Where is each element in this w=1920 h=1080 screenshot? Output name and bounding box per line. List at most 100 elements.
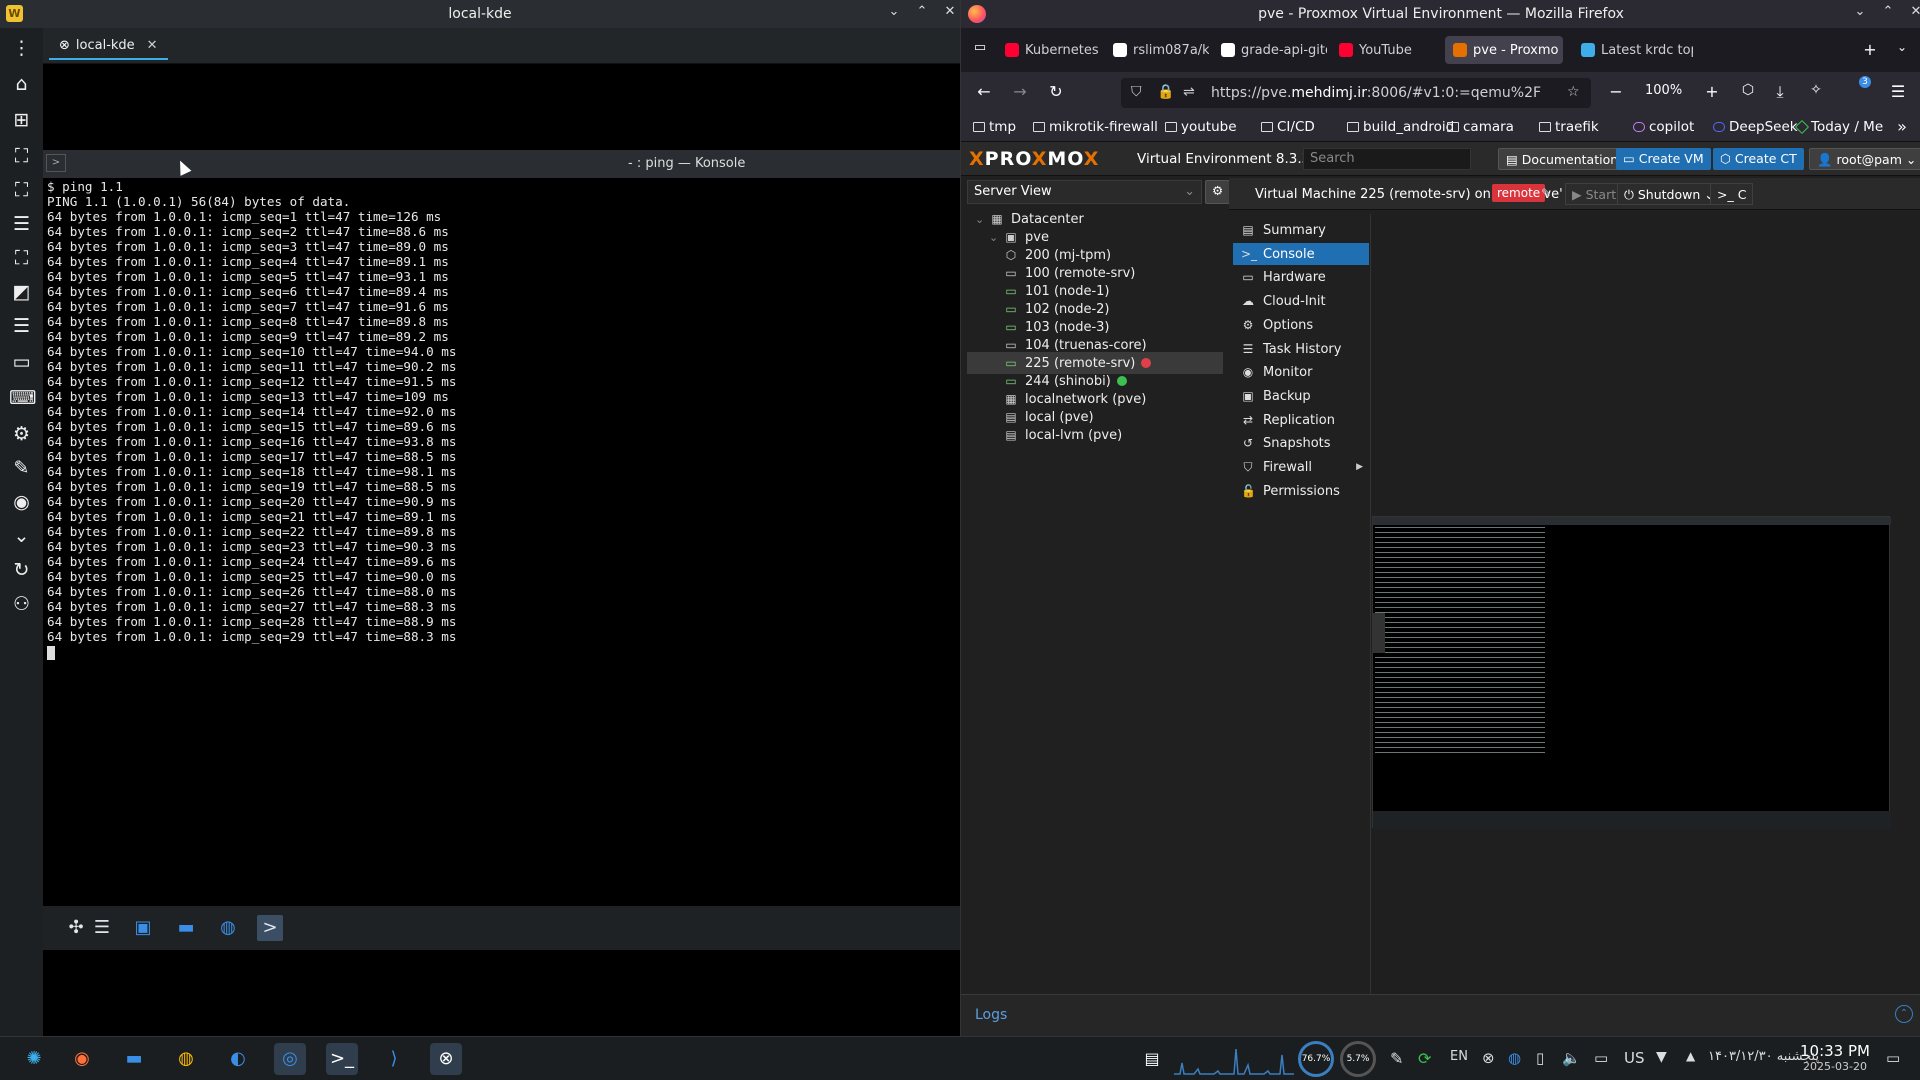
bookmark-item[interactable]: mikrotik-firewall: [1033, 119, 1158, 135]
chrome-taskbar-icon[interactable]: ◍: [170, 1043, 202, 1075]
close-icon[interactable]: ✕: [1907, 4, 1920, 19]
lock-icon[interactable]: 🔒: [1157, 84, 1174, 100]
fullscreen-icon[interactable]: ⛶: [9, 178, 34, 203]
display-icon[interactable]: ▭: [1594, 1049, 1608, 1067]
maximize-icon[interactable]: ⌃: [1879, 4, 1897, 19]
user-menu-button[interactable]: 👤 root@pam ⌄: [1809, 148, 1920, 170]
menu-icon[interactable]: ☰: [9, 314, 34, 339]
notifications-icon[interactable]: ✎: [1390, 1049, 1403, 1068]
search-input[interactable]: Search: [1303, 148, 1471, 170]
vm-menu-item[interactable]: ☁ Cloud-Init: [1233, 290, 1369, 312]
firefox-tab[interactable]: rslim087a/kub: [1105, 36, 1209, 64]
chromium-taskbar-icon[interactable]: ◎: [274, 1043, 306, 1075]
home-icon[interactable]: ⌂: [9, 72, 34, 97]
vm-menu-item[interactable]: ▣ Backup: [1233, 385, 1369, 407]
shield-icon[interactable]: ⛉: [1131, 84, 1142, 100]
downloads-icon[interactable]: ⤓: [1769, 82, 1791, 102]
bookmark-item[interactable]: camara: [1447, 119, 1514, 135]
vm-menu-item[interactable]: ⛉ Firewall ▶: [1233, 456, 1369, 478]
tree-settings-gear-icon[interactable]: ⚙: [1205, 180, 1231, 204]
console-button[interactable]: >_ C: [1710, 183, 1754, 205]
krdc-tray-icon[interactable]: ⊗: [1482, 1049, 1495, 1067]
browser-icon[interactable]: ◍: [215, 915, 241, 941]
edit-tags-icon[interactable]: ✎: [1541, 186, 1551, 200]
clock[interactable]: 10:33 PM 2025-03-20: [1790, 1042, 1880, 1073]
bookmark-star-icon[interactable]: ☆: [1567, 84, 1580, 100]
krdc-taskbar-icon[interactable]: ⊗: [430, 1043, 462, 1075]
tree-node[interactable]: ▤ local-lvm (pve): [967, 424, 1223, 446]
tab-overview-icon[interactable]: ▭: [969, 40, 991, 55]
kebab-menu-icon[interactable]: ⋮: [9, 36, 34, 61]
sync-icon[interactable]: ⟳: [1418, 1049, 1431, 1068]
server-view-select[interactable]: Server View ⌄: [967, 180, 1202, 204]
start-button[interactable]: ▶ Start: [1565, 183, 1624, 205]
vm-menu-item[interactable]: >_ Console: [1233, 242, 1369, 265]
forward-icon[interactable]: →: [1009, 82, 1031, 101]
more-bookmarks-icon[interactable]: »: [1891, 117, 1913, 136]
disconnect-icon[interactable]: ⚇: [9, 592, 34, 617]
vm-menu-item[interactable]: ↺ Snapshots: [1233, 432, 1369, 454]
scale-icon[interactable]: ⛶: [9, 246, 34, 271]
url-bar[interactable]: ⛉ 🔒 ⇌ https://pve.mehdimj.ir:8006/#v1:0:…: [1121, 78, 1591, 108]
vm-menu-item[interactable]: ⇄ Replication: [1233, 409, 1369, 431]
tools-icon[interactable]: ✎: [9, 456, 34, 481]
firefox-taskbar-icon[interactable]: ◉: [66, 1043, 98, 1075]
novnc-side-handle[interactable]: [1373, 613, 1385, 653]
settings-icon[interactable]: ⚙: [9, 422, 34, 447]
firefox-tab[interactable]: YouTube: [1331, 36, 1431, 64]
vpn-icon[interactable]: ◍: [1508, 1049, 1521, 1067]
vm-tag[interactable]: remote: [1492, 184, 1546, 202]
mixer-icon[interactable]: ☰: [89, 915, 115, 941]
list-tabs-icon[interactable]: ⌄: [1891, 40, 1913, 54]
devices-icon[interactable]: ▯: [1536, 1049, 1544, 1067]
vm-menu-item[interactable]: ◉ Monitor: [1233, 361, 1369, 383]
documentation-button[interactable]: ▤ Documentation: [1498, 148, 1627, 170]
files-icon[interactable]: ▬: [173, 915, 199, 941]
bookmark-item[interactable]: copilot: [1633, 119, 1694, 135]
vnc-console[interactable]: [1372, 214, 1920, 1014]
tab-local-kde[interactable]: ⊗ local-kde ✕: [49, 32, 168, 60]
left-titlebar[interactable]: W local-kde ⌄ ⌃ ✕: [0, 0, 960, 28]
bookmark-item[interactable]: DeepSeek: [1713, 119, 1798, 135]
firefox-titlebar[interactable]: pve - Proxmox Virtual Environment — Mozi…: [961, 0, 1920, 28]
close-icon[interactable]: ✕: [941, 4, 959, 19]
vm-menu-item[interactable]: ☰ Task History: [1233, 338, 1369, 360]
zoom-level[interactable]: 100%: [1645, 83, 1682, 98]
account-icon[interactable]: ✧: [1805, 82, 1827, 98]
list-icon[interactable]: ☰: [9, 212, 34, 237]
screenshot-icon[interactable]: ⛶: [9, 144, 34, 169]
clipboard-icon[interactable]: ▤: [1136, 1043, 1168, 1075]
vm-menu-item[interactable]: ▭ Hardware: [1233, 266, 1369, 288]
minimize-icon[interactable]: ⌄: [885, 4, 903, 19]
app-menu-icon[interactable]: ☰: [1887, 82, 1909, 101]
new-connection-icon[interactable]: ⊞: [9, 108, 34, 133]
vm-menu-item[interactable]: ▤ Summary: [1233, 219, 1369, 241]
bookmark-item[interactable]: traefik: [1539, 119, 1599, 135]
firefox-tab[interactable]: pve - Proxmo✕: [1445, 36, 1563, 64]
launcher-icon[interactable]: ✣: [63, 915, 89, 941]
firefox-tab[interactable]: grade-api-gito: [1213, 36, 1327, 64]
zoom-in-icon[interactable]: +: [1701, 82, 1723, 101]
bookmark-item[interactable]: build_android: [1347, 119, 1454, 135]
maximize-icon[interactable]: ⌃: [913, 4, 931, 19]
network-icon[interactable]: ▼: [1656, 1049, 1667, 1065]
vm-menu-item[interactable]: ⚙ Options: [1233, 314, 1369, 336]
keyboard-layout-us[interactable]: US: [1624, 1049, 1645, 1067]
view-only-icon[interactable]: ▭: [9, 350, 34, 375]
files-taskbar-icon[interactable]: ▬: [118, 1043, 150, 1075]
show-desktop-icon[interactable]: ▭: [1886, 1049, 1900, 1067]
terminal-output[interactable]: $ ping 1.1 PING 1.1 (1.0.0.1) 56(84) byte…: [43, 178, 960, 906]
thunderbird-taskbar-icon[interactable]: ◐: [222, 1043, 254, 1075]
new-tab-icon[interactable]: +: [1859, 40, 1881, 59]
konsole-taskbar-icon[interactable]: >_: [326, 1043, 358, 1075]
shutdown-button[interactable]: ⏻ Shutdown ⌄: [1617, 183, 1722, 205]
vm-menu-item[interactable]: 🔓 Permissions: [1233, 480, 1369, 502]
create-ct-button[interactable]: ⬡ Create CT: [1713, 148, 1804, 170]
firefox-tab[interactable]: Kubernetes CI/: [997, 36, 1101, 64]
app-launcher-icon[interactable]: ✺: [18, 1043, 50, 1075]
bookmark-item[interactable]: CI/CD: [1261, 119, 1315, 135]
close-tab-icon[interactable]: ✕: [147, 38, 158, 53]
refresh-icon[interactable]: ↻: [9, 558, 34, 583]
bookmark-item[interactable]: youtube: [1165, 119, 1237, 135]
back-icon[interactable]: ←: [973, 82, 995, 101]
